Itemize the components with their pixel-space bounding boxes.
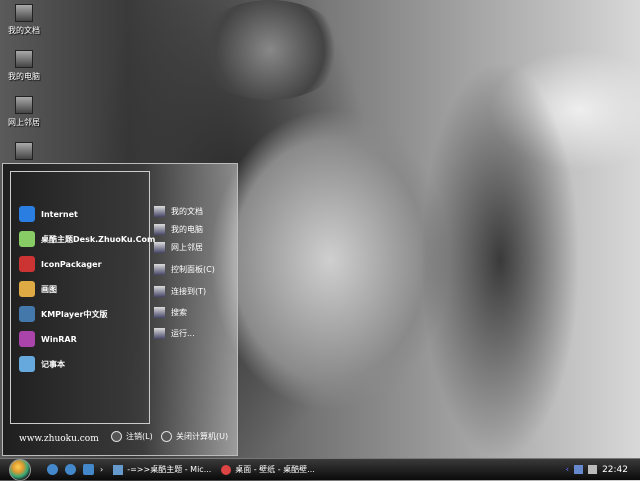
place-my-computer[interactable]: 我的电脑	[154, 224, 203, 235]
network-icon	[154, 242, 165, 253]
globe-icon	[154, 286, 165, 297]
computer-icon	[15, 50, 33, 68]
power-icon	[161, 431, 172, 442]
program-winrar[interactable]: WinRAR	[19, 331, 77, 347]
wallpaper-hair	[420, 60, 580, 460]
start-menu: Internet 桌酷主题Desk.ZhuoKu.Com IconPackage…	[2, 163, 238, 456]
documents-icon	[15, 4, 33, 22]
theme-icon	[19, 231, 35, 247]
program-internet[interactable]: Internet	[19, 206, 78, 222]
shutdown-button[interactable]: 关闭计算机(U)	[161, 431, 228, 442]
quicklaunch-browser-icon[interactable]	[65, 464, 76, 475]
quicklaunch-ie-icon[interactable]	[47, 464, 58, 475]
site-url: www.zhuoku.com	[19, 434, 99, 444]
program-zhuoku-theme[interactable]: 桌酷主题Desk.ZhuoKu.Com	[19, 231, 155, 247]
logoff-button[interactable]: 注销(L)	[111, 431, 153, 442]
taskbar-item-word[interactable]: -=>>桌酷主题 - Mic...	[113, 464, 211, 475]
document-icon	[113, 464, 124, 475]
recycle-bin-icon	[15, 142, 33, 160]
network-icon	[15, 96, 33, 114]
run-icon	[154, 328, 165, 339]
program-iconpackager[interactable]: IconPackager	[19, 256, 102, 272]
desktop-icon-recycle-bin[interactable]	[2, 142, 46, 163]
wallpaper-flower	[195, 0, 345, 100]
logoff-icon	[111, 431, 122, 442]
desktop-icon-my-computer[interactable]: 我的电脑	[2, 50, 46, 82]
taskbar: › -=>>桌酷主题 - Mic... 桌面 - 壁纸 - 桌酷壁... ‹ 2…	[0, 458, 640, 481]
program-kmplayer[interactable]: KMPlayer中文版	[19, 306, 108, 322]
paint-icon	[19, 281, 35, 297]
control-panel-icon	[154, 264, 165, 275]
quicklaunch-desktop-icon[interactable]	[83, 464, 94, 475]
place-control-panel[interactable]: 控制面板(C)	[154, 264, 215, 275]
place-search[interactable]: 搜索	[154, 307, 187, 318]
winrar-icon	[19, 331, 35, 347]
quicklaunch-expand-icon[interactable]: ›	[100, 465, 103, 474]
computer-icon	[154, 224, 165, 235]
place-my-documents[interactable]: 我的文档	[154, 206, 203, 217]
documents-icon	[154, 206, 165, 217]
desktop-icon-my-documents[interactable]: 我的文档	[2, 4, 46, 36]
program-paint[interactable]: 画图	[19, 281, 57, 297]
kmplayer-icon	[19, 306, 35, 322]
notepad-icon	[19, 356, 35, 372]
network-tray-icon[interactable]	[574, 465, 584, 474]
place-run[interactable]: 运行...	[154, 328, 195, 339]
ie-icon	[19, 206, 35, 222]
start-button[interactable]	[9, 458, 31, 481]
clock[interactable]: 22:42	[602, 465, 628, 475]
taskbar-item-chrome[interactable]: 桌面 - 壁纸 - 桌酷壁...	[221, 464, 319, 475]
place-network[interactable]: 网上邻居	[154, 242, 203, 253]
place-connect-to[interactable]: 连接到(T)	[154, 286, 206, 297]
tray-expand-icon[interactable]: ‹	[565, 465, 569, 475]
places-panel: 我的文档 我的电脑 网上邻居 控制面板(C) 连接到(T) 搜索 运行...	[150, 171, 234, 424]
volume-tray-icon[interactable]	[588, 465, 598, 474]
chrome-icon	[221, 464, 232, 475]
desktop-icon-network[interactable]: 网上邻居	[2, 96, 46, 128]
search-icon	[154, 307, 165, 318]
programs-panel: Internet 桌酷主题Desk.ZhuoKu.Com IconPackage…	[10, 171, 155, 424]
program-notepad[interactable]: 记事本	[19, 356, 65, 372]
iconpackager-icon	[19, 256, 35, 272]
system-tray: ‹ 22:42	[565, 465, 640, 475]
